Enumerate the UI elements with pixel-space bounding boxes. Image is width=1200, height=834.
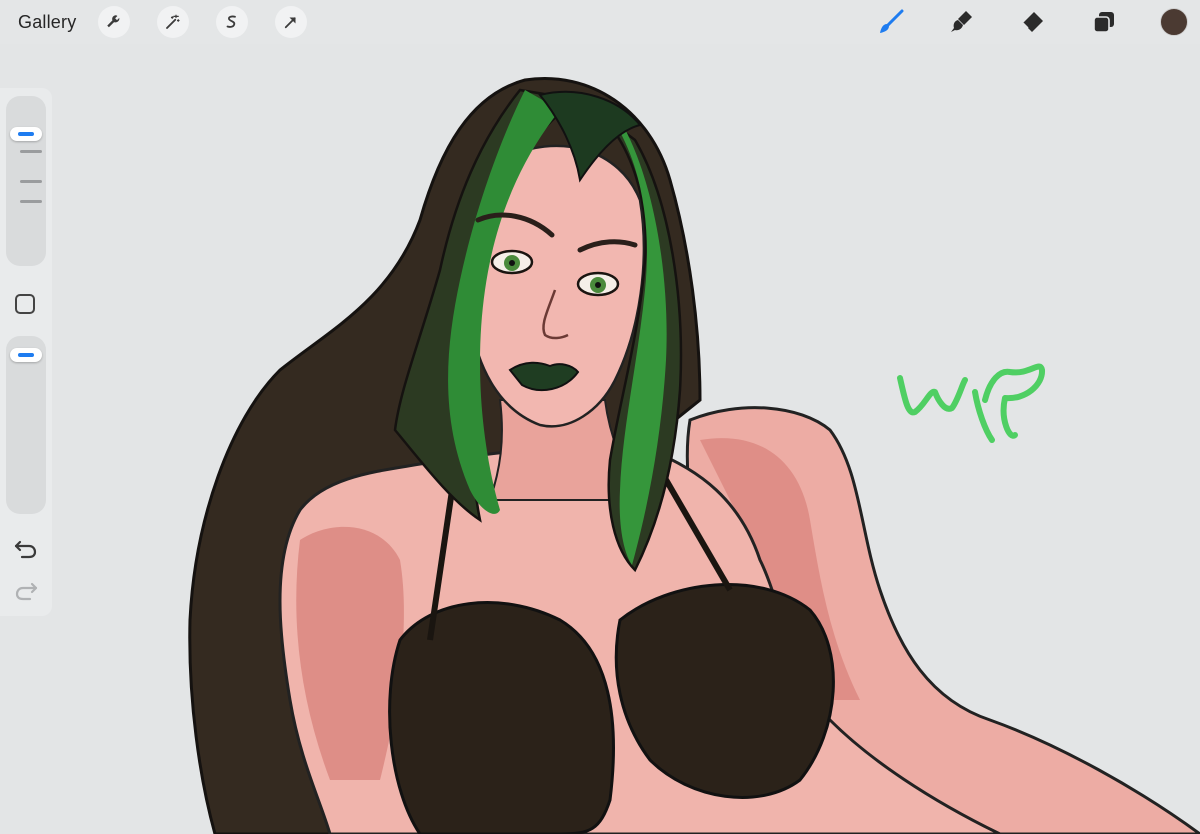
- brush-tool[interactable]: [876, 7, 906, 37]
- undo-icon[interactable]: [13, 538, 39, 560]
- top-toolbar: Gallery: [0, 0, 1200, 44]
- drawing-canvas[interactable]: [0, 0, 1200, 834]
- magic-wand-icon: [166, 14, 180, 29]
- opacity-handle[interactable]: [10, 348, 42, 362]
- layers-icon: [1093, 12, 1114, 33]
- bra-left-cup: [388, 601, 615, 834]
- smudge-icon: [951, 11, 972, 32]
- transform-arrow-icon: [284, 17, 296, 29]
- modify-button[interactable]: [15, 294, 35, 314]
- gallery-button[interactable]: Gallery: [18, 12, 76, 33]
- procreate-app: Gallery: [0, 0, 1200, 834]
- selection-icon: [226, 15, 236, 28]
- eraser-tool[interactable]: [1017, 7, 1047, 37]
- wrench-icon: [107, 15, 120, 28]
- transform-button[interactable]: [275, 6, 307, 38]
- layers-button[interactable]: [1089, 7, 1119, 37]
- eraser-icon: [1022, 12, 1043, 32]
- brush-icon: [880, 9, 904, 33]
- redo-icon[interactable]: [13, 580, 39, 602]
- selection-button[interactable]: [216, 6, 248, 38]
- left-sidebar: [0, 88, 52, 616]
- actions-button[interactable]: [98, 6, 130, 38]
- smudge-tool[interactable]: [946, 7, 976, 37]
- brush-size-slider[interactable]: [6, 96, 46, 266]
- current-color-swatch[interactable]: [1160, 8, 1188, 36]
- opacity-slider[interactable]: [6, 336, 46, 514]
- brush-size-handle[interactable]: [10, 127, 42, 141]
- adjustments-button[interactable]: [157, 6, 189, 38]
